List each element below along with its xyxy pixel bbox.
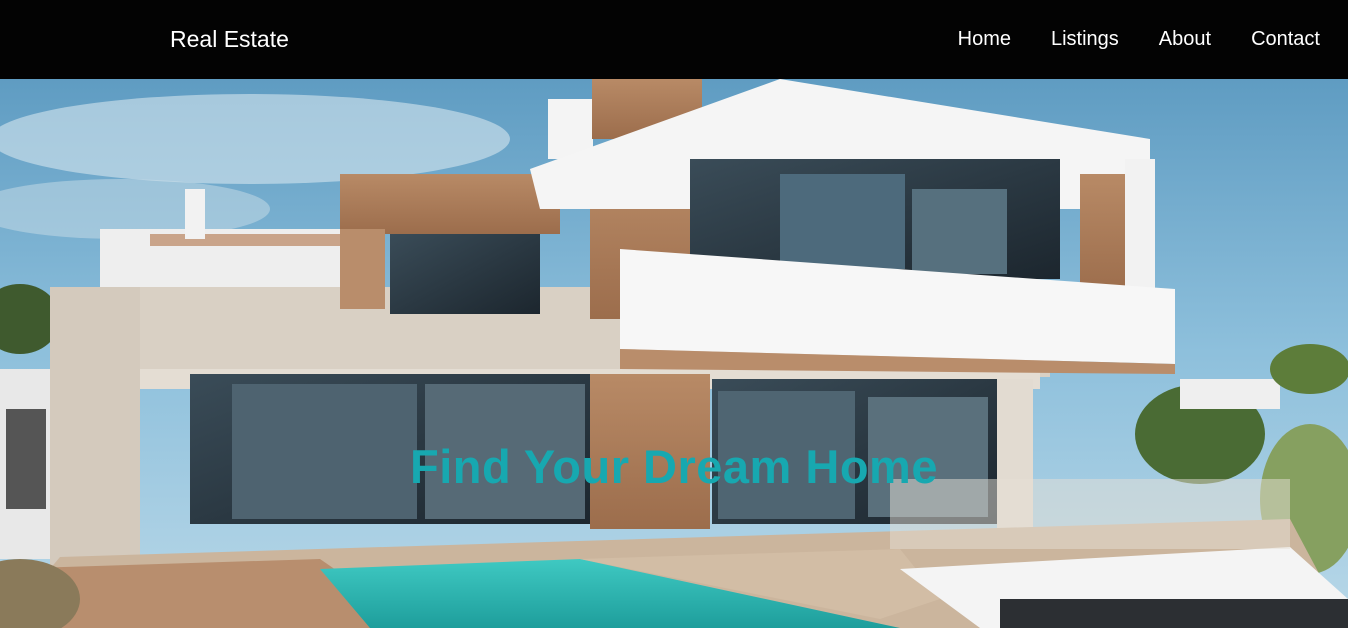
- nav-item-about: About: [1159, 28, 1211, 51]
- hero-title: Find Your Dream Home: [410, 440, 938, 493]
- nav-item-home: Home: [958, 28, 1011, 51]
- nav-link-listings[interactable]: Listings: [1051, 28, 1119, 50]
- nav-link-about[interactable]: About: [1159, 28, 1211, 50]
- nav-item-listings: Listings: [1051, 28, 1119, 51]
- nav-menu: Home Listings About Contact: [958, 28, 1320, 51]
- nav-item-contact: Contact: [1251, 28, 1320, 51]
- nav-link-home[interactable]: Home: [958, 28, 1011, 50]
- brand-logo-link[interactable]: Real Estate: [170, 26, 289, 53]
- nav-link-contact[interactable]: Contact: [1251, 28, 1320, 50]
- hero-background-image: [0, 79, 1348, 628]
- hero-section: Find Your Dream Home: [0, 79, 1348, 628]
- navbar: Real Estate Home Listings About Contact: [0, 0, 1348, 79]
